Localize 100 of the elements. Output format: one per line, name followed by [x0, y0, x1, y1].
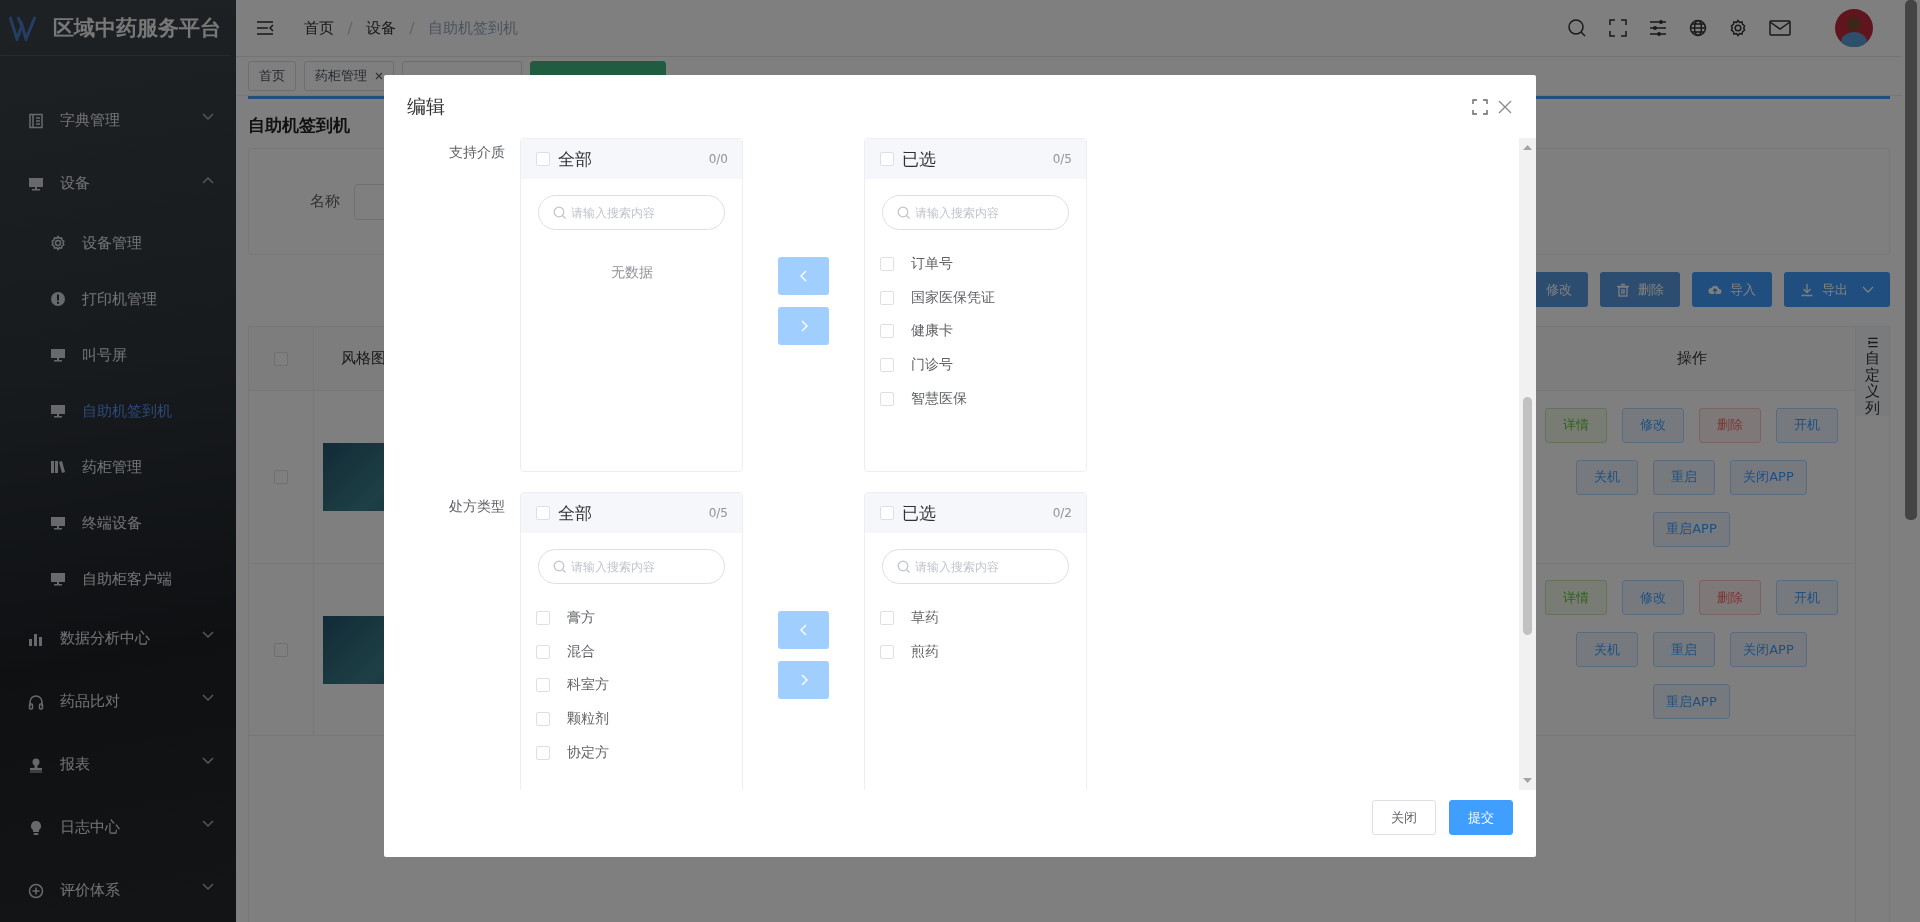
item-label[interactable]: 健康卡 — [911, 322, 953, 341]
item-count: 0/5 — [1052, 152, 1072, 166]
checkbox[interactable] — [880, 324, 894, 339]
action-button[interactable]: 重启APP — [1653, 511, 1730, 547]
checkbox[interactable] — [536, 152, 550, 166]
menu-item[interactable]: 设备 — [0, 152, 236, 215]
action-button[interactable]: 重启APP — [1653, 684, 1730, 719]
fullscreen-icon[interactable] — [1609, 19, 1627, 37]
monitor-icon — [50, 515, 66, 531]
custom-columns-tab[interactable]: 自定义列 — [1856, 327, 1889, 416]
fullscreen-icon[interactable] — [1472, 98, 1488, 115]
menu-item[interactable]: 报表 — [0, 733, 236, 796]
plus-circle-icon — [28, 882, 44, 899]
item-label[interactable]: 智慧医保 — [911, 389, 967, 408]
search-field[interactable]: 请输入搜索内容 — [882, 195, 1069, 230]
menu-item[interactable]: 终端设备 — [0, 495, 236, 551]
checkbox[interactable] — [880, 391, 894, 406]
action-button[interactable]: 重启 — [1653, 632, 1716, 667]
item-label[interactable]: 混合 — [567, 642, 595, 661]
action-button[interactable]: 关机 — [1576, 459, 1639, 495]
chevron-down-icon — [202, 112, 214, 121]
download-icon — [1800, 282, 1814, 297]
menu-item[interactable]: 自助柜客户端 — [0, 551, 236, 607]
checkbox[interactable] — [536, 506, 550, 520]
breadcrumb-link[interactable]: 设备 — [366, 18, 396, 38]
menu-item[interactable]: 数据分析中心 — [0, 607, 236, 670]
action-button[interactable]: 重启 — [1653, 459, 1716, 495]
monitor-icon — [50, 347, 66, 363]
tab[interactable]: 首页 — [248, 61, 296, 91]
menu-fold-icon[interactable] — [256, 20, 274, 36]
menu-label: 终端设备 — [82, 513, 142, 533]
checkbox[interactable] — [536, 745, 550, 760]
item-count: 0/5 — [708, 506, 728, 520]
menu-label: 设备管理 — [82, 233, 142, 253]
action-button[interactable]: 修改 — [1622, 407, 1684, 443]
checkbox[interactable] — [536, 678, 550, 693]
item-label[interactable]: 煎药 — [911, 642, 939, 661]
list-icon — [1866, 337, 1879, 348]
chevron-right-icon — [799, 320, 808, 332]
scrollbar-thumb[interactable] — [1905, 0, 1917, 520]
checkbox[interactable] — [536, 711, 550, 726]
toolbar-button[interactable]: 导入 — [1692, 272, 1772, 307]
action-button[interactable]: 开机 — [1776, 407, 1838, 443]
checkbox[interactable] — [880, 357, 894, 372]
mail-icon[interactable] — [1769, 19, 1791, 37]
item-label[interactable]: 草药 — [911, 608, 939, 627]
item-label[interactable]: 订单号 — [911, 254, 953, 273]
close-icon[interactable] — [1498, 99, 1512, 114]
menu-item[interactable]: 评价体系 — [0, 859, 236, 922]
item-label[interactable]: 膏方 — [567, 608, 595, 627]
item-label[interactable]: 协定方 — [567, 743, 609, 762]
checkbox[interactable] — [880, 152, 894, 166]
field-label: 名称 — [310, 192, 340, 211]
menu-item[interactable]: 药柜管理 — [0, 439, 236, 495]
menu-item[interactable]: 日志中心 — [0, 796, 236, 859]
menu-item[interactable]: 打印机管理 — [0, 271, 236, 327]
menu-item[interactable]: 叫号屏 — [0, 327, 236, 383]
sliders-icon[interactable] — [1649, 19, 1667, 37]
menu-label: 评价体系 — [60, 881, 120, 900]
dialog-title: 编辑 — [407, 93, 445, 119]
checkbox[interactable] — [880, 506, 894, 520]
search-field[interactable]: 请输入搜索内容 — [538, 195, 725, 230]
checkbox[interactable] — [536, 644, 550, 659]
column-header: 操作 — [1676, 349, 1707, 368]
avatar[interactable] — [1835, 9, 1873, 47]
chevron-up-icon — [202, 175, 214, 184]
checkbox[interactable] — [536, 610, 550, 625]
chevron-down-icon — [202, 630, 214, 639]
menu-item[interactable]: 字典管理 — [0, 89, 236, 152]
checkbox[interactable] — [880, 644, 894, 659]
item-label[interactable]: 国家医保凭证 — [911, 288, 995, 307]
dialog-button[interactable]: 关闭 — [1372, 800, 1436, 835]
action-button[interactable]: 删除 — [1699, 407, 1761, 443]
close-icon[interactable] — [375, 72, 383, 80]
tab[interactable]: 药柜管理 — [304, 61, 394, 91]
action-button[interactable]: 修改 — [1622, 580, 1684, 615]
action-button[interactable]: 关闭APP — [1730, 459, 1807, 495]
dialog-button[interactable]: 提交 — [1449, 800, 1513, 835]
item-label[interactable]: 门诊号 — [911, 355, 953, 374]
search-icon[interactable] — [1567, 18, 1587, 38]
action-button[interactable]: 删除 — [1699, 580, 1761, 615]
action-button[interactable]: 开机 — [1776, 580, 1838, 615]
search-field[interactable]: 请输入搜索内容 — [538, 549, 725, 584]
menu-item[interactable]: 药品比对 — [0, 670, 236, 733]
action-button[interactable]: 关机 — [1576, 632, 1639, 667]
toolbar-button[interactable]: 导出 — [1784, 272, 1890, 307]
books-icon — [50, 459, 66, 475]
gear-icon — [50, 235, 66, 251]
item-label[interactable]: 科室方 — [567, 676, 609, 695]
breadcrumb-link[interactable]: 首页 — [304, 18, 334, 38]
checkbox[interactable] — [880, 610, 894, 625]
checkbox[interactable] — [880, 290, 894, 305]
menu-item[interactable]: 设备管理 — [0, 215, 236, 271]
menu-item[interactable]: 自助机签到机 — [0, 383, 236, 439]
action-button[interactable]: 关闭APP — [1730, 632, 1807, 667]
globe-icon[interactable] — [1689, 19, 1707, 37]
search-field[interactable]: 请输入搜索内容 — [882, 549, 1069, 584]
checkbox[interactable] — [880, 256, 894, 271]
settings-icon[interactable] — [1729, 19, 1747, 37]
item-label[interactable]: 颗粒剂 — [567, 709, 609, 728]
